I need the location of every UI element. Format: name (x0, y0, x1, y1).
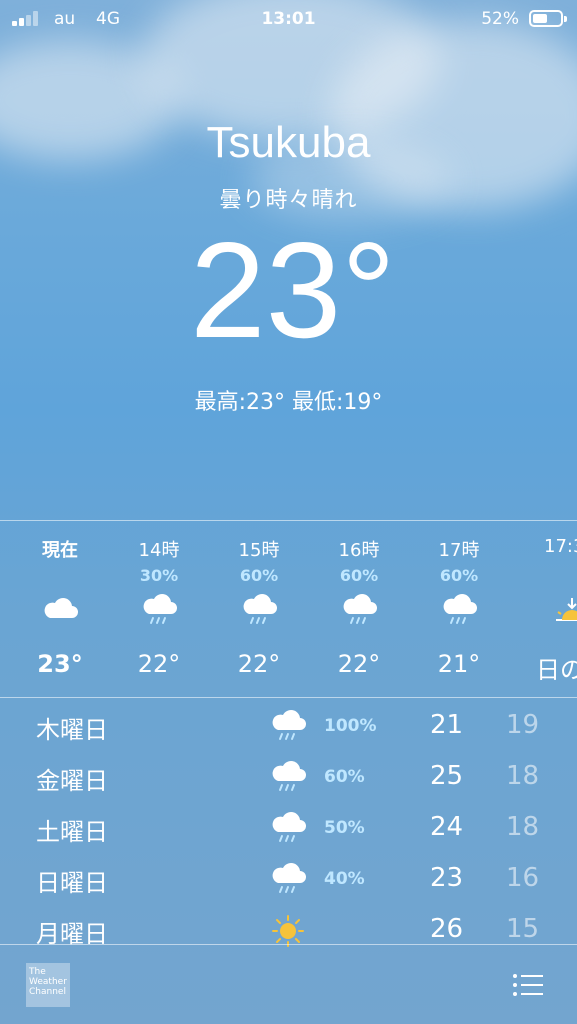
day-high: 23 (430, 863, 464, 893)
rain-cloud-icon (272, 812, 306, 842)
hour-label: 17:3 (544, 536, 577, 557)
hour-precip: 30% (139, 566, 179, 585)
day-high: 26 (430, 914, 464, 944)
hourly-forecast[interactable]: 現在 23° 14時 30% 22° 15時 60% 22° 16時 60% 2… (0, 522, 577, 696)
rain-cloud-icon (343, 594, 377, 624)
list-icon[interactable] (512, 972, 544, 998)
battery-icon (529, 10, 567, 27)
rain-cloud-icon (272, 863, 306, 893)
day-name: 日曜日 (36, 869, 108, 897)
rain-cloud-icon (272, 761, 306, 791)
daily-row: 月曜日 26 15 (0, 906, 577, 956)
hour-precip: 60% (439, 566, 479, 585)
battery-percent: 52% (481, 9, 519, 29)
rain-cloud-icon (272, 710, 306, 740)
hour-temp: 22° (337, 650, 381, 678)
daily-row: 木曜日 100% 21 19 (0, 702, 577, 752)
day-precip: 50% (324, 818, 365, 838)
hour-temp: 22° (237, 650, 281, 678)
day-precip: 60% (324, 767, 365, 787)
hour-label: 14時 (138, 540, 180, 561)
hour-temp: 21° (437, 650, 481, 678)
day-low: 16 (506, 863, 540, 893)
hour-temp: 23° (37, 650, 83, 678)
day-low: 19 (506, 710, 540, 740)
hour-label: 17時 (438, 540, 480, 561)
day-low: 18 (506, 761, 540, 791)
rain-cloud-icon (143, 594, 177, 624)
status-bar: au 4G 13:01 52% (0, 0, 577, 36)
divider-middle (0, 697, 577, 698)
day-name: 土曜日 (36, 818, 108, 846)
weather-channel-logo[interactable]: The Weather Channel (26, 963, 70, 1007)
sunset-icon (556, 598, 577, 621)
rain-cloud-icon (443, 594, 477, 624)
day-low: 18 (506, 812, 540, 842)
logo-line: The (29, 967, 46, 977)
day-precip: 40% (324, 869, 365, 889)
divider-bottom (0, 944, 577, 945)
current-temperature: 23° (190, 214, 396, 366)
hour-label: 15時 (238, 540, 280, 561)
day-precip: 100% (324, 716, 377, 736)
day-high: 25 (430, 761, 464, 791)
daily-row: 日曜日 40% 23 16 (0, 855, 577, 905)
day-high: 21 (430, 710, 464, 740)
hour-label: 現在 (42, 540, 78, 561)
logo-line: Weather (29, 977, 67, 987)
weather-condition: 曇り時々晴れ (219, 188, 358, 213)
daily-row: 金曜日 60% 25 18 (0, 753, 577, 803)
day-name: 木曜日 (36, 716, 108, 744)
rain-cloud-icon (243, 594, 277, 624)
divider-top (0, 520, 577, 521)
day-name: 金曜日 (36, 767, 108, 795)
hour-precip: 60% (239, 566, 279, 585)
hour-temp: 22° (137, 650, 181, 678)
cloud-icon (44, 598, 78, 618)
hour-precip: 60% (339, 566, 379, 585)
hour-temp: 日の (536, 656, 577, 684)
day-high: 24 (430, 812, 464, 842)
city-name: Tsukuba (206, 118, 371, 167)
daily-row: 土曜日 50% 24 18 (0, 804, 577, 854)
hour-label: 16時 (338, 540, 380, 561)
high-low-temperature: 最高:23° 最低:19° (194, 390, 383, 415)
logo-line: Channel (29, 987, 66, 997)
day-low: 15 (506, 914, 540, 944)
